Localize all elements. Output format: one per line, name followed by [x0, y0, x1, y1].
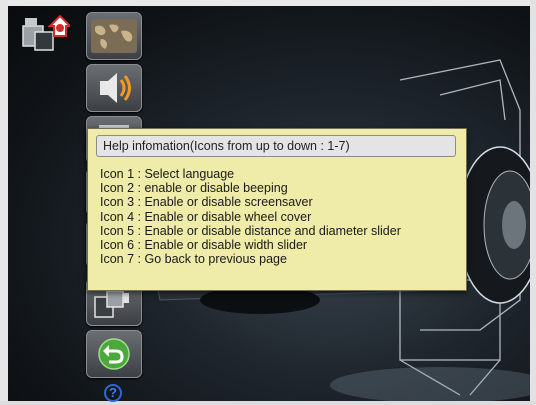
home-button[interactable]: [20, 12, 73, 54]
help-title-bar: Help infomation(Icons from up to down : …: [96, 135, 456, 157]
frame-edge-bottom: [0, 401, 536, 405]
back-button[interactable]: [86, 330, 142, 378]
help-item-1: Icon 1 : Select language: [100, 167, 235, 181]
help-item-4: Icon 4 : Enable or disable wheel cover: [100, 209, 312, 224]
beeping-toggle-button[interactable]: [86, 64, 142, 112]
help-item-3: Icon 3 : Enable or disable screensaver: [100, 195, 313, 210]
app-screen: Help infomation(Icons from up to down : …: [0, 0, 536, 405]
help-icon[interactable]: ?: [104, 384, 122, 402]
speaker-icon: [100, 73, 131, 103]
frame-edge-top: [0, 0, 536, 6]
world-map-icon: [91, 19, 137, 53]
frame-edge-left: [0, 0, 8, 405]
frame-edge-right: [530, 0, 536, 405]
help-list: Icon 1 : Select language Icon 2 : enable…: [100, 167, 401, 266]
help-title: Help infomation(Icons from up to down : …: [103, 139, 350, 153]
help-dialog: Help infomation(Icons from up to down : …: [87, 128, 467, 291]
help-item-2: Icon 2 : enable or disable beeping: [100, 181, 288, 196]
language-button[interactable]: [86, 12, 142, 60]
back-arrow-icon: [98, 338, 130, 370]
home-machine-icon: [22, 14, 73, 51]
help-item-5: Icon 5 : Enable or disable distance and …: [100, 223, 401, 238]
tire-graphic: [457, 146, 536, 304]
help-item-7: Icon 7 : Go back to previous page: [100, 252, 287, 267]
floor-light: [330, 367, 536, 403]
help-item-6: Icon 6 : Enable or disable width slider: [100, 238, 308, 253]
